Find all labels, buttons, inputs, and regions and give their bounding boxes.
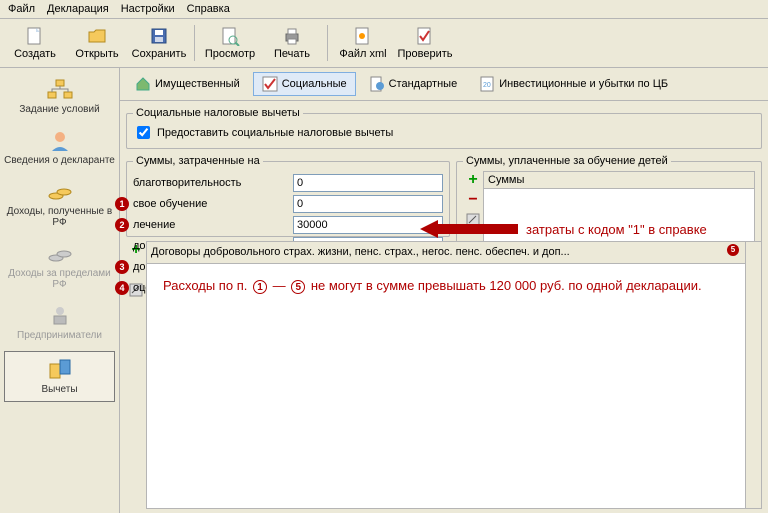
sidebar-item-label: Вычеты xyxy=(41,384,77,395)
group-title: Социальные налоговые вычеты xyxy=(133,107,303,119)
toolbar-open[interactable]: Открыть xyxy=(66,21,128,65)
doc-blue-icon xyxy=(369,76,385,92)
children-sums-header: Суммы xyxy=(484,172,754,189)
group-sums-spent: Суммы, затраченные на благотворительност… xyxy=(126,155,450,237)
badge-inline-5: 5 xyxy=(291,280,305,294)
tab-investment[interactable]: 20 Инвестиционные и убытки по ЦБ xyxy=(470,72,677,96)
badge-5: 5 xyxy=(727,244,739,256)
input-charity[interactable] xyxy=(293,174,443,192)
tab-label: Социальные xyxy=(282,78,347,90)
label-treatment: лечение xyxy=(133,219,293,231)
toolbar: Создать Открыть Сохранить Просмотр Печат… xyxy=(0,19,768,68)
sidebar-item-income-rf[interactable]: Доходы, полученные в РФ xyxy=(0,176,119,232)
menu-help[interactable]: Справка xyxy=(187,3,230,15)
provide-checkbox[interactable] xyxy=(137,126,150,139)
group-social-deductions: Социальные налоговые вычеты Предоставить… xyxy=(126,107,762,149)
tabstrip: Имущественный Социальные Стандартные 20 … xyxy=(120,68,768,101)
toolbar-xml[interactable]: Файл xml xyxy=(332,21,394,65)
tab-standard[interactable]: Стандартные xyxy=(360,72,467,96)
toolbar-preview[interactable]: Просмотр xyxy=(199,21,261,65)
xml-file-icon xyxy=(353,26,373,46)
toolbar-xml-label: Файл xml xyxy=(339,48,386,60)
sidebar-item-entrepreneurs[interactable]: Предприниматели xyxy=(0,300,119,345)
input-own-education[interactable] xyxy=(293,195,443,213)
scrollbar[interactable] xyxy=(746,241,762,509)
sidebar-item-label: Сведения о декларанте xyxy=(4,155,115,166)
label-own-education: свое обучение xyxy=(133,198,293,210)
sums-spent-title: Суммы, затраченные на xyxy=(133,155,263,167)
sidebar-item-deductions[interactable]: Вычеты xyxy=(4,351,115,402)
toolbar-save-label: Сохранить xyxy=(132,48,187,60)
contracts-header: Договоры добровольного страх. жизни, пен… xyxy=(147,242,745,264)
sums-paid-title: Суммы, уплаченные за обучение детей xyxy=(463,155,671,167)
contracts-note: Расходы по п. 1 — 5 не могут в сумме пре… xyxy=(163,276,729,296)
toolbar-print-label: Печать xyxy=(274,48,310,60)
remove-icon[interactable]: − xyxy=(466,193,480,207)
tab-property[interactable]: Имущественный xyxy=(126,72,249,96)
briefcase-person-icon xyxy=(46,304,74,328)
contracts-list[interactable]: Договоры добровольного страх. жизни, пен… xyxy=(146,241,746,509)
tab-label: Инвестиционные и убытки по ЦБ xyxy=(499,78,668,90)
row-treatment: 2 лечение xyxy=(133,216,443,234)
menu-file[interactable]: Файл xyxy=(8,3,35,15)
toolbar-check[interactable]: Проверить xyxy=(394,21,456,65)
coins-icon xyxy=(46,180,74,204)
toolbar-open-label: Открыть xyxy=(75,48,118,60)
sidebar-item-label: Предприниматели xyxy=(17,330,102,341)
toolbar-print[interactable]: Печать xyxy=(261,21,323,65)
new-file-icon xyxy=(25,26,45,46)
menu-declaration[interactable]: Декларация xyxy=(47,3,109,15)
label-charity: благотворительность xyxy=(133,177,293,189)
tab-label: Стандартные xyxy=(389,78,458,90)
edit-icon[interactable] xyxy=(466,213,480,227)
sidebar-item-label: Доходы, полученные в РФ xyxy=(2,206,117,228)
badge-2: 2 xyxy=(115,218,129,232)
toolbar-preview-label: Просмотр xyxy=(205,48,255,60)
sidebar-item-label: Задание условий xyxy=(19,104,99,115)
doc-20-icon: 20 xyxy=(479,76,495,92)
sidebar-item-declarant[interactable]: Сведения о декларанте xyxy=(0,125,119,170)
provide-label: Предоставить социальные налоговые вычеты xyxy=(157,127,393,139)
tab-social[interactable]: Социальные xyxy=(253,72,356,96)
menubar: Файл Декларация Настройки Справка xyxy=(0,0,768,19)
toolbar-sep xyxy=(194,25,195,61)
toolbar-sep xyxy=(327,25,328,61)
panel-social: Социальные налоговые вычеты Предоставить… xyxy=(120,101,768,513)
save-floppy-icon xyxy=(149,26,169,46)
checkbox-red-icon xyxy=(262,76,278,92)
sidebar-item-label: Доходы за пределами РФ xyxy=(2,268,117,290)
badge-3: 3 xyxy=(115,260,129,274)
badge-4: 4 xyxy=(115,281,129,295)
toolbar-save[interactable]: Сохранить xyxy=(128,21,190,65)
row-charity: благотворительность xyxy=(133,174,443,192)
content: Имущественный Социальные Стандартные 20 … xyxy=(120,68,768,513)
person-icon xyxy=(46,129,74,153)
input-treatment[interactable] xyxy=(293,216,443,234)
row-own-education: 1 свое обучение xyxy=(133,195,443,213)
open-folder-icon xyxy=(87,26,107,46)
print-icon xyxy=(282,26,302,46)
sidebar: Задание условий Сведения о декларанте До… xyxy=(0,68,120,513)
deductions-icon xyxy=(46,358,74,382)
tree-icon xyxy=(46,78,74,102)
toolbar-new-label: Создать xyxy=(14,48,56,60)
contracts-section: + − Договоры добровольного страх. жизни,… xyxy=(126,241,762,509)
sidebar-item-conditions[interactable]: Задание условий xyxy=(0,74,119,119)
preview-icon xyxy=(220,26,240,46)
toolbar-check-label: Проверить xyxy=(397,48,452,60)
menu-settings[interactable]: Настройки xyxy=(121,3,175,15)
sidebar-item-income-foreign[interactable]: Доходы за пределами РФ xyxy=(0,238,119,294)
add-icon[interactable]: + xyxy=(466,173,480,187)
coins-grey-icon xyxy=(46,242,74,266)
house-icon xyxy=(135,76,151,92)
badge-inline-1: 1 xyxy=(253,280,267,294)
toolbar-new[interactable]: Создать xyxy=(4,21,66,65)
svg-text:20: 20 xyxy=(483,82,491,89)
tab-label: Имущественный xyxy=(155,78,240,90)
check-icon xyxy=(415,26,435,46)
badge-1: 1 xyxy=(115,197,129,211)
